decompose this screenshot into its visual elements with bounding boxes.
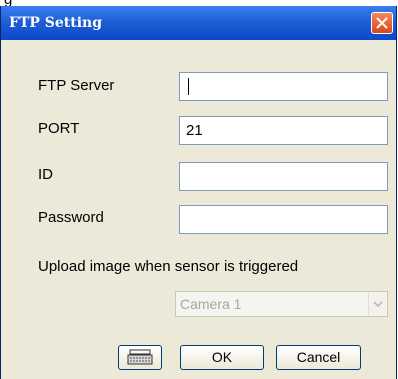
ok-button[interactable]: OK [180,345,264,370]
keyboard-icon [127,349,153,365]
ftp-setting-dialog: FTP Setting FTP Server PORT 21 ID Passwo… [0,6,397,379]
close-icon [376,17,388,29]
chevron-down-icon [373,301,383,307]
cancel-button[interactable]: Cancel [276,345,361,370]
id-label: ID [38,166,53,183]
text-caret [188,78,189,95]
camera-select[interactable]: Camera 1 [175,291,388,317]
keyboard-button[interactable] [118,345,162,370]
upload-image-label: Upload image when sensor is triggered [38,258,299,275]
close-button[interactable] [371,12,393,34]
port-input[interactable]: 21 [179,116,388,145]
id-input[interactable] [179,162,388,191]
camera-select-value: Camera 1 [180,296,242,312]
ftp-server-input[interactable] [179,72,388,101]
select-dropdown-button[interactable] [368,293,386,315]
ftp-server-label: FTP Server [38,77,115,94]
title-bar: FTP Setting [1,6,396,40]
dialog-title: FTP Setting [9,15,102,31]
port-label: PORT [38,120,80,137]
password-input[interactable] [179,205,388,234]
port-value: 21 [186,122,203,139]
password-label: Password [38,209,104,226]
